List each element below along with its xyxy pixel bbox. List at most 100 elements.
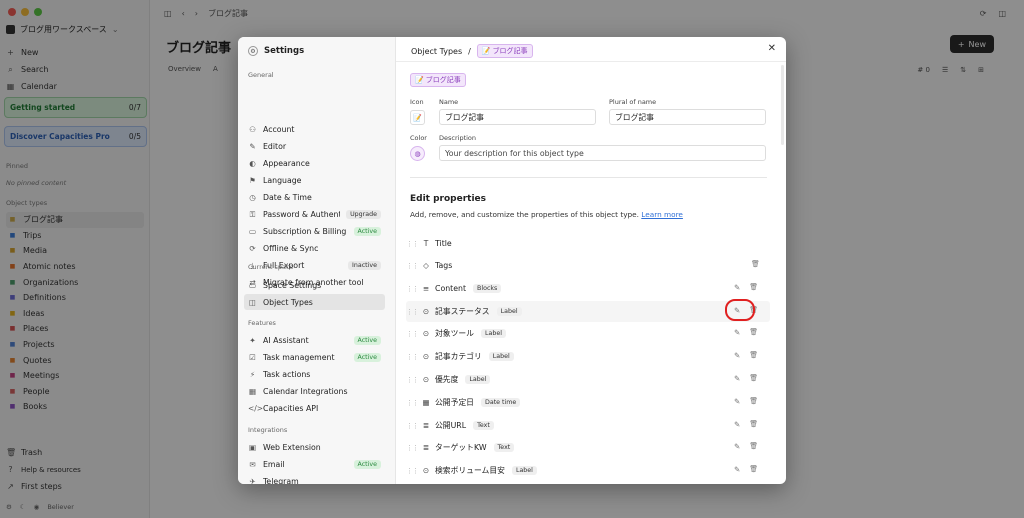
- section-divider: [410, 177, 767, 178]
- drag-handle-icon[interactable]: ⋮⋮: [406, 376, 419, 384]
- property-actions: ✎ 🗑: [734, 420, 758, 429]
- property-row[interactable]: ⋮⋮ ⊙ 対象ツール Label ✎ 🗑: [406, 323, 770, 344]
- settings-nav-item[interactable]: ⚑ Language: [244, 172, 385, 188]
- close-icon[interactable]: ✕: [768, 43, 776, 54]
- settings-nav-item[interactable]: ◫ Object Types: [244, 294, 385, 310]
- settings-nav-item[interactable]: ▣ Web Extension: [244, 439, 385, 455]
- learn-more-link[interactable]: Learn more: [641, 210, 683, 219]
- settings-nav-item[interactable]: ⚡ Task actions: [244, 366, 385, 382]
- settings-item-icon: ▣: [248, 442, 257, 452]
- property-name: 記事カテゴリ: [435, 352, 482, 361]
- settings-item-label: Calendar Integrations: [263, 386, 348, 396]
- settings-nav-item[interactable]: ◷ Date & Time: [244, 189, 385, 205]
- property-actions: ✎ 🗑: [734, 442, 758, 451]
- drag-handle-icon[interactable]: ⋮⋮: [406, 285, 419, 293]
- trash-icon[interactable]: 🗑: [749, 442, 758, 451]
- settings-nav-item[interactable]: ⚿ Password & Authenti... Upgrade: [244, 207, 385, 223]
- trash-icon[interactable]: 🗑: [751, 260, 760, 268]
- settings-nav-item[interactable]: ▭ Subscription & Billing Active: [244, 224, 385, 240]
- color-picker[interactable]: ◍: [410, 146, 425, 161]
- settings-nav-item[interactable]: ☑ Task management Active: [244, 349, 385, 365]
- trash-icon[interactable]: 🗑: [749, 351, 758, 360]
- label-icon: ⊙: [422, 352, 430, 361]
- settings-item-icon: ⟳: [249, 244, 256, 254]
- pencil-icon[interactable]: ✎: [734, 374, 740, 383]
- settings-nav: ⚙ Settings General ⚇ Account ✎ Editor ◐ Appea…: [238, 37, 396, 484]
- color-label: Color: [410, 134, 427, 142]
- pencil-icon[interactable]: ✎: [734, 283, 740, 292]
- trash-icon[interactable]: 🗑: [749, 465, 758, 474]
- trash-icon[interactable]: 🗑: [749, 283, 758, 292]
- status-badge: Inactive: [348, 261, 381, 271]
- trash-icon[interactable]: 🗑: [749, 397, 758, 406]
- settings-nav-item[interactable]: ✉ Email Active: [244, 456, 385, 472]
- property-row[interactable]: ⋮⋮ ≣ ターゲットKW Text ✎ 🗑: [406, 437, 770, 458]
- settings-item-label: Language: [263, 175, 302, 185]
- settings-item-label: Subscription & Billing: [263, 227, 347, 237]
- settings-group-general: General: [248, 71, 274, 79]
- property-row[interactable]: ⋮⋮ ⊙ 記事ステータス Label ✎ 🗑: [406, 301, 770, 322]
- pencil-icon[interactable]: ✎: [734, 351, 740, 360]
- property-type-badge: Text: [473, 421, 494, 430]
- breadcrumb-object-types[interactable]: Object Types: [411, 47, 462, 56]
- property-actions: ✎ 🗑: [734, 351, 758, 360]
- pencil-icon[interactable]: ✎: [734, 420, 740, 429]
- trash-icon[interactable]: 🗑: [749, 420, 758, 429]
- settings-nav-item[interactable]: ✦ AI Assistant Active: [244, 332, 385, 348]
- label-icon: ⊙: [422, 329, 430, 338]
- drag-handle-icon[interactable]: ⋮⋮: [406, 262, 419, 270]
- settings-title: Settings: [264, 46, 305, 56]
- edit-properties-description: Add, remove, and customize the propertie…: [410, 210, 683, 219]
- property-name: Tags: [435, 261, 453, 270]
- property-actions: 🗑: [751, 260, 760, 268]
- drag-handle-icon[interactable]: ⋮⋮: [406, 330, 419, 338]
- settings-nav-item[interactable]: ▦ Calendar Integrations: [244, 383, 385, 399]
- property-type-badge: Label: [488, 352, 514, 361]
- palette-icon: ◍: [414, 149, 421, 158]
- settings-item-label: Object Types: [263, 297, 313, 307]
- text-icon: ≣: [422, 443, 430, 452]
- settings-item-icon: ⚇: [249, 124, 256, 134]
- settings-item-icon: ◷: [249, 192, 256, 202]
- property-row[interactable]: ⋮⋮ ⊙ 記事カテゴリ Label ✎ 🗑: [406, 346, 770, 367]
- pencil-icon[interactable]: ✎: [734, 442, 740, 451]
- settings-nav-item[interactable]: ⟳ Offline & Sync: [244, 241, 385, 257]
- trash-icon[interactable]: 🗑: [749, 374, 758, 383]
- drag-handle-icon[interactable]: ⋮⋮: [406, 308, 419, 316]
- settings-nav-item[interactable]: ◐ Appearance: [244, 155, 385, 171]
- drag-handle-icon[interactable]: ⋮⋮: [406, 399, 419, 407]
- object-icon-picker[interactable]: 📝: [410, 110, 425, 125]
- settings-nav-item[interactable]: ⚇ Account: [244, 121, 385, 137]
- settings-item-label: Space Settings: [263, 280, 322, 290]
- label-icon: ⊙: [422, 466, 430, 475]
- property-row[interactable]: ⋮⋮ ◇ Tags 🗑: [406, 255, 770, 276]
- property-row[interactable]: ⋮⋮ ⊙ 優先度 Label ✎ 🗑: [406, 369, 770, 390]
- settings-item-icon: ⚿: [249, 209, 256, 219]
- drag-handle-icon[interactable]: ⋮⋮: [406, 422, 419, 430]
- note-icon: 📝: [481, 47, 491, 55]
- note-icon: 📝: [415, 76, 424, 84]
- settings-nav-item[interactable]: </> Capacities API: [244, 400, 385, 416]
- pencil-icon[interactable]: ✎: [734, 328, 740, 337]
- settings-nav-item[interactable]: ✈ Telegram: [244, 473, 385, 485]
- property-type-badge: Blocks: [473, 284, 502, 293]
- drag-handle-icon[interactable]: ⋮⋮: [406, 444, 419, 452]
- property-row[interactable]: ⋮⋮ ▦ 公開予定日 Date time ✎ 🗑: [406, 392, 770, 413]
- description-input[interactable]: Your description for this object type: [439, 145, 766, 161]
- settings-nav-item[interactable]: ▭ Space Settings: [244, 277, 385, 293]
- settings-item-icon: </>: [248, 403, 264, 413]
- scrollbar[interactable]: [781, 65, 784, 145]
- drag-handle-icon[interactable]: ⋮⋮: [406, 467, 419, 475]
- settings-nav-item[interactable]: ✎ Editor: [244, 138, 385, 154]
- name-input[interactable]: ブログ記事: [439, 109, 596, 125]
- pencil-icon[interactable]: ✎: [734, 397, 740, 406]
- property-row[interactable]: ⋮⋮ ≡ Content Blocks ✎ 🗑: [406, 278, 770, 299]
- property-row[interactable]: ⋮⋮ ⊙ 検索ボリューム目安 Label ✎ 🗑: [406, 460, 770, 481]
- property-row[interactable]: ⋮⋮ ≣ 公開URL Text ✎ 🗑: [406, 415, 770, 436]
- trash-icon[interactable]: 🗑: [749, 328, 758, 337]
- drag-handle-icon[interactable]: ⋮⋮: [406, 353, 419, 361]
- property-row[interactable]: ⋮⋮ T Title: [406, 233, 770, 254]
- plural-input[interactable]: ブログ記事: [609, 109, 766, 125]
- drag-handle-icon[interactable]: ⋮⋮: [406, 240, 419, 248]
- pencil-icon[interactable]: ✎: [734, 465, 740, 474]
